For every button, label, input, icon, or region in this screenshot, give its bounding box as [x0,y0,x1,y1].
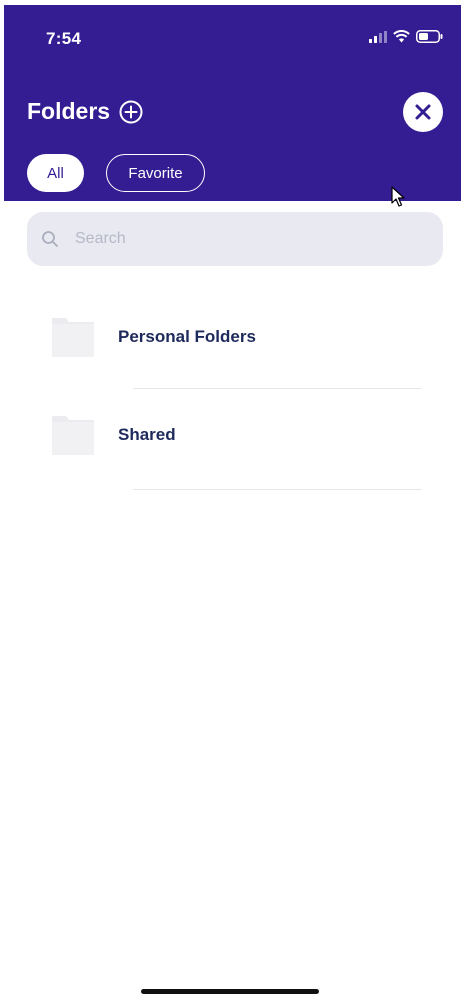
folder-label: Personal Folders [118,327,256,346]
status-icons [369,30,443,43]
tab-all[interactable]: All [27,154,84,192]
folder-item-shared[interactable]: Shared [50,413,422,457]
folder-item-personal-folders[interactable]: Personal Folders [50,315,422,359]
search-input[interactable] [73,229,397,249]
folder-icon [52,416,94,455]
list-divider [133,388,422,389]
plus-circle-icon [119,100,143,123]
search-icon [42,231,58,247]
cellular-signal-icon [369,30,387,43]
status-time: 7:54 [46,29,82,48]
list-divider [133,489,422,490]
close-button[interactable] [403,92,443,132]
home-indicator[interactable] [141,989,319,994]
page-title: Folders [27,98,111,124]
folder-icon [52,318,94,357]
add-folder-button[interactable] [118,99,144,125]
battery-icon [416,30,443,43]
mouse-cursor-icon [391,186,407,213]
close-icon [415,104,431,120]
title-row: Folders [27,98,144,125]
wifi-icon [393,30,410,43]
filter-tabs: All Favorite [27,154,205,192]
folder-label: Shared [118,425,176,444]
tab-favorite[interactable]: Favorite [106,154,205,192]
search-bar[interactable] [27,212,443,266]
